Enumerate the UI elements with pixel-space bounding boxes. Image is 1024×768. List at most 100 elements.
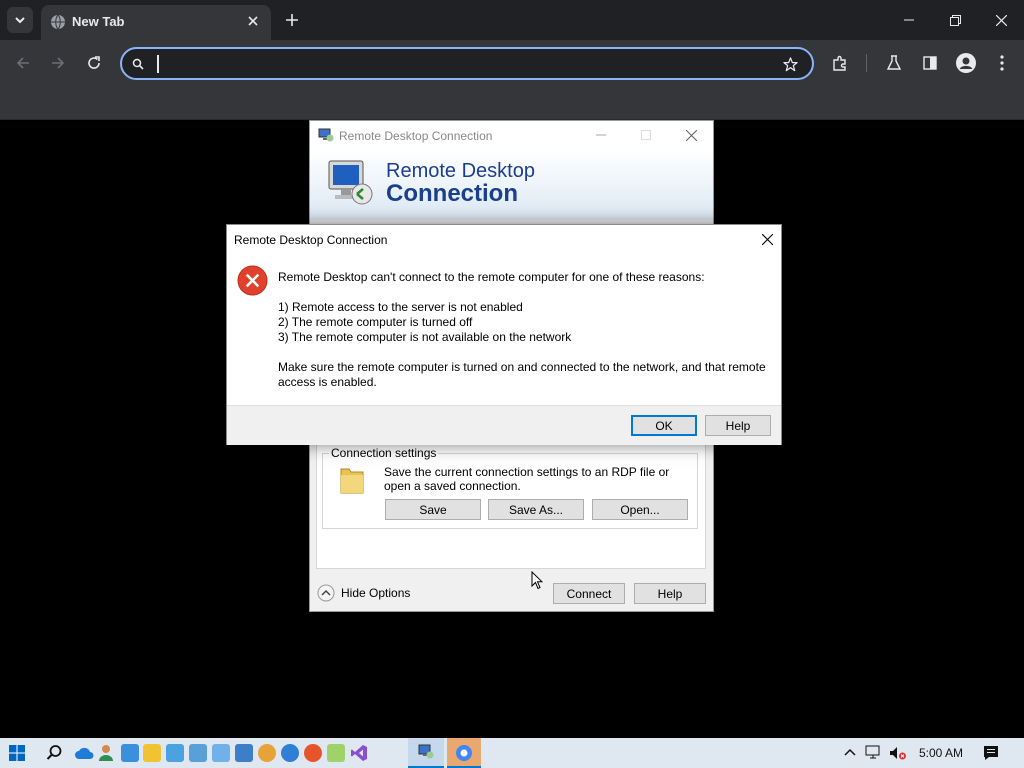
chrome-app-icon[interactable]: [281, 744, 299, 762]
maximize-icon: [641, 130, 651, 140]
forward-button[interactable]: [45, 50, 71, 76]
error-reason-2: 2) The remote computer is turned off: [278, 315, 473, 329]
menu-icon: [1000, 55, 1004, 71]
error-message-intro: Remote Desktop can't connect to the remo…: [278, 270, 705, 284]
connection-settings-label: Connection settings: [329, 446, 439, 460]
tab-new-tab[interactable]: New Tab: [41, 5, 271, 40]
minimize-icon: [596, 134, 606, 136]
back-icon: [16, 57, 29, 69]
control-panel-icon[interactable]: [189, 744, 207, 762]
error-advice: Make sure the remote computer is turned …: [278, 360, 766, 389]
desktop-app-icon[interactable]: [121, 744, 139, 762]
taskbar-chrome-button[interactable]: [447, 738, 481, 768]
rdc-title-text: Remote Desktop Connection: [339, 129, 493, 143]
rdc-app-icon: [418, 744, 434, 759]
minimize-icon: [904, 19, 914, 21]
taskbar-rdc-button[interactable]: [408, 738, 444, 768]
error-dialog-close-button[interactable]: [756, 230, 778, 248]
chevron-down-icon: [15, 17, 25, 24]
hide-options-link[interactable]: Hide Options: [341, 586, 410, 600]
plus-icon: [286, 14, 298, 26]
restore-icon: [949, 14, 961, 26]
error-dialog: Remote Desktop Connection Remote Desktop…: [226, 224, 782, 445]
save-button[interactable]: Save: [385, 499, 481, 520]
magnifier-app-icon[interactable]: [258, 744, 276, 762]
save-as-button[interactable]: Save As...: [488, 499, 584, 520]
file-explorer-icon[interactable]: [143, 744, 161, 762]
banner-title-line1: Remote Desktop: [386, 160, 535, 182]
reload-icon: [88, 56, 100, 69]
browser-tab-strip: New Tab: [0, 0, 1024, 40]
open-button[interactable]: Open...: [592, 499, 688, 520]
folder-icon: [340, 468, 364, 494]
bookmarks-bar: [0, 88, 1024, 120]
document-app-icon[interactable]: [212, 744, 230, 762]
error-dialog-title: Remote Desktop Connection: [234, 233, 388, 247]
error-dialog-footer: OK Help: [227, 405, 781, 445]
onedrive-icon[interactable]: [74, 746, 94, 760]
close-icon: [761, 233, 773, 245]
restore-button[interactable]: [942, 8, 968, 32]
new-tab-button[interactable]: [281, 9, 303, 31]
people-icon[interactable]: [98, 744, 114, 762]
notepad-icon[interactable]: [327, 744, 345, 762]
rdc-minimize-button[interactable]: [590, 126, 612, 144]
extensions-button[interactable]: [828, 51, 852, 75]
side-panel-icon: [923, 56, 937, 70]
close-icon: [685, 129, 697, 141]
error-reason-3: 3) The remote computer is not available …: [278, 330, 572, 344]
search-icon[interactable]: [46, 744, 63, 761]
labs-icon: [886, 55, 902, 70]
tab-search-button[interactable]: [7, 7, 33, 33]
chevron-up-icon[interactable]: [844, 747, 856, 759]
toolbar-divider: [866, 54, 867, 72]
volume-muted-icon[interactable]: [889, 745, 907, 761]
chrome-icon: [456, 745, 472, 761]
side-panel-button[interactable]: [918, 51, 942, 75]
clock[interactable]: 5:00 AM: [919, 746, 963, 760]
text-cursor: [157, 55, 159, 73]
error-icon: [237, 265, 268, 296]
rdc-close-button[interactable]: [680, 126, 702, 144]
back-button[interactable]: [10, 50, 36, 76]
globe-icon: [51, 14, 65, 30]
rdc-help-button[interactable]: Help: [634, 583, 706, 604]
hide-options-arrow-icon[interactable]: [317, 584, 335, 602]
rdc-banner: Remote Desktop Connection: [310, 150, 713, 220]
bookmark-button[interactable]: [779, 53, 801, 75]
notifications-icon[interactable]: [983, 745, 999, 761]
reload-button[interactable]: [81, 50, 107, 76]
connection-settings-description: Save the current connection settings to …: [384, 465, 670, 493]
remote-tool-icon[interactable]: [235, 744, 253, 762]
computer-connection-icon: [328, 160, 373, 205]
profile-button[interactable]: [953, 50, 979, 76]
menu-button[interactable]: [990, 51, 1014, 75]
profile-icon: [956, 53, 976, 73]
star-icon: [782, 56, 798, 71]
rdc-title-bar: Remote Desktop Connection: [310, 121, 713, 150]
extensions-icon: [833, 55, 846, 71]
close-icon: [248, 16, 258, 26]
mouse-cursor-icon: [531, 571, 543, 590]
banner-title-line2: Connection: [386, 180, 518, 207]
rdc-app-icon: [318, 128, 334, 142]
labs-button[interactable]: [882, 51, 906, 75]
window-close-button[interactable]: [988, 8, 1014, 32]
minimize-button[interactable]: [896, 8, 922, 32]
network-icon[interactable]: [865, 745, 883, 761]
visual-studio-icon[interactable]: [350, 744, 368, 762]
windows-start-icon[interactable]: [9, 745, 25, 761]
address-bar[interactable]: [120, 47, 814, 80]
close-tab-button[interactable]: [243, 11, 263, 31]
tab-title: New Tab: [72, 14, 125, 29]
taskbar: 5:00 AM: [0, 738, 1024, 768]
window-close-icon: [995, 14, 1007, 26]
ok-button[interactable]: OK: [631, 415, 697, 436]
forward-icon: [52, 57, 65, 69]
error-reason-1: 1) Remote access to the server is not en…: [278, 300, 523, 314]
error-help-button[interactable]: Help: [705, 415, 771, 436]
rdc-maximize-button[interactable]: [635, 126, 657, 144]
connect-button[interactable]: Connect: [553, 583, 625, 604]
firefox-icon[interactable]: [304, 744, 322, 762]
network-share-icon[interactable]: [166, 744, 184, 762]
